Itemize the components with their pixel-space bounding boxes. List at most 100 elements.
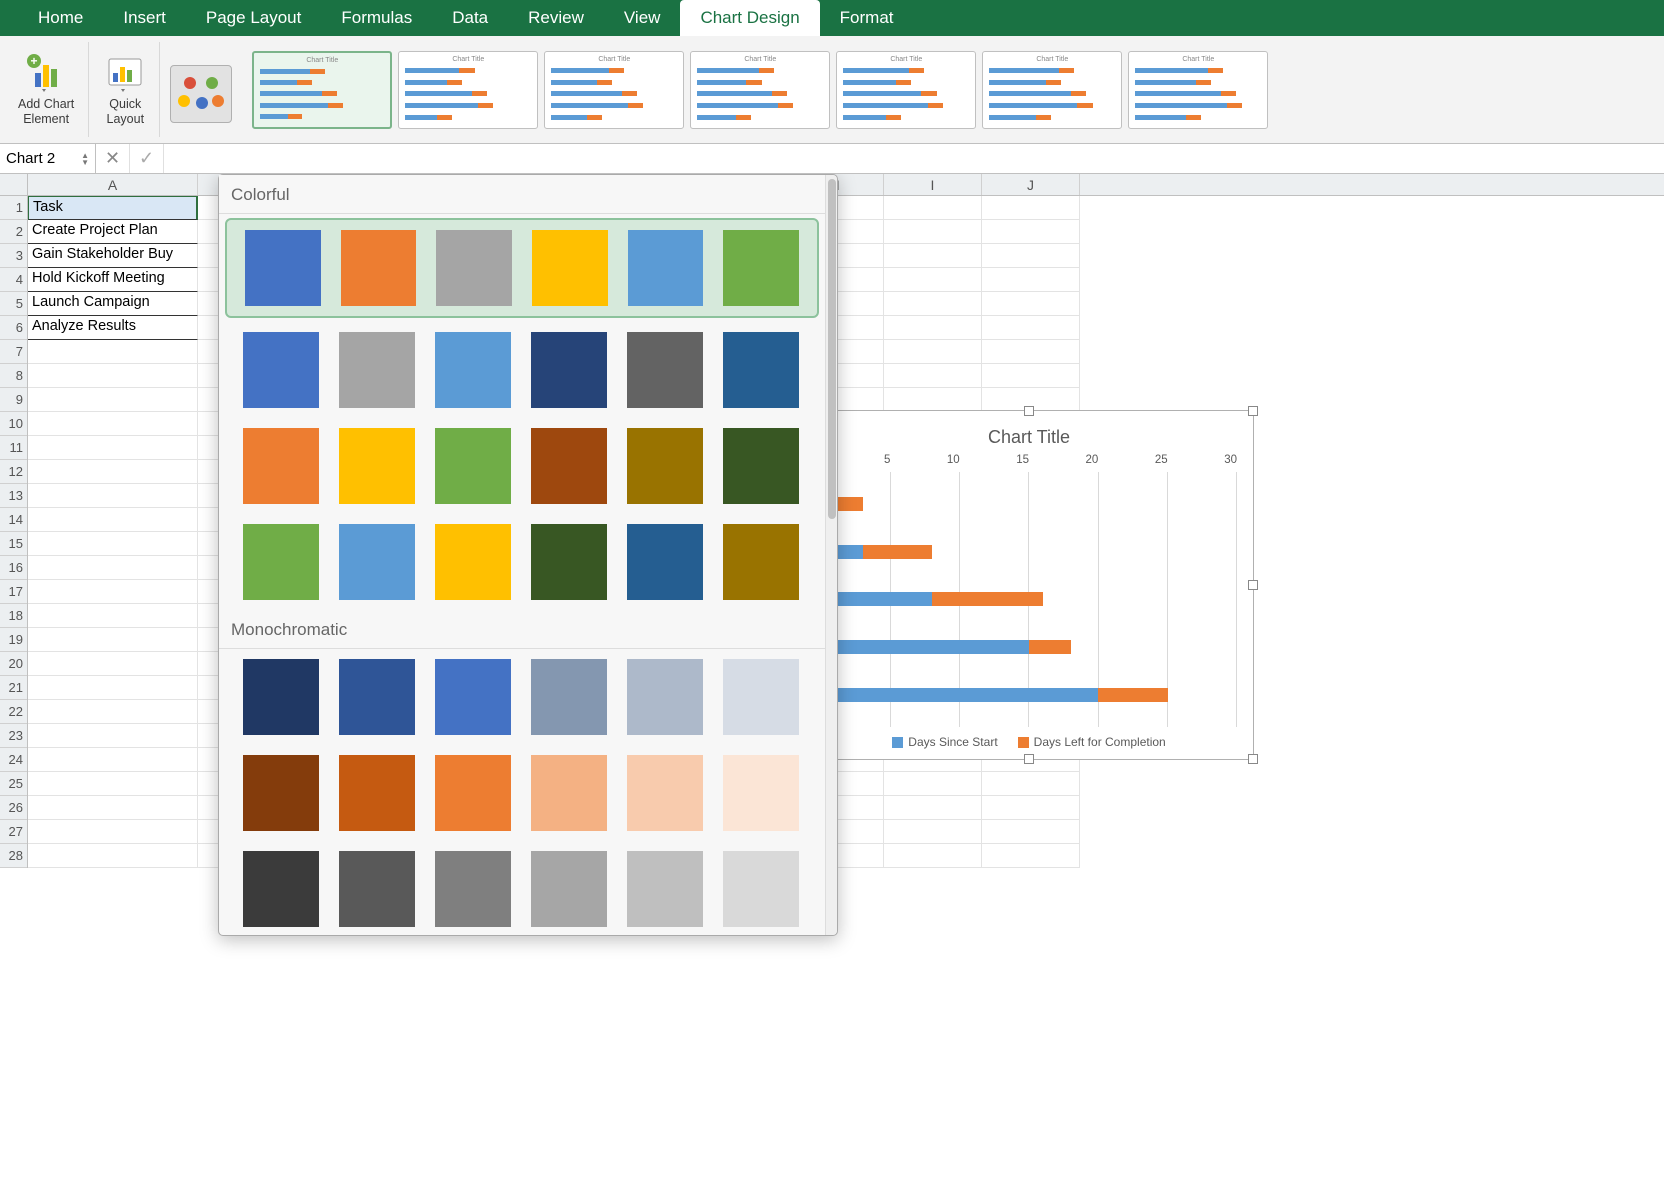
cell[interactable] [982,196,1080,220]
cell[interactable] [982,820,1080,844]
cell[interactable] [982,340,1080,364]
cell[interactable] [884,268,982,292]
ribbon-tab-review[interactable]: Review [508,0,604,36]
chart-plot-area[interactable] [821,472,1237,727]
cell[interactable] [28,388,198,412]
cell[interactable] [982,292,1080,316]
row-header[interactable]: 13 [0,484,27,508]
cell[interactable] [982,220,1080,244]
row-header[interactable]: 7 [0,340,27,364]
cell[interactable] [884,796,982,820]
row-header[interactable]: 28 [0,844,27,868]
row-header[interactable]: 24 [0,748,27,772]
cell[interactable]: Task [28,196,198,220]
cell[interactable] [982,364,1080,388]
cell[interactable] [884,364,982,388]
add-chart-element-button[interactable]: + Add Chart Element [12,49,80,130]
resize-handle[interactable] [1024,754,1034,764]
cell[interactable] [884,772,982,796]
chart-object[interactable]: Chart Title 051015202530 Days Since Star… [804,410,1254,760]
change-colors-button[interactable] [170,65,232,123]
chart-style-thumb[interactable]: Chart Title [982,51,1122,129]
cell[interactable] [982,244,1080,268]
chart-style-thumb[interactable]: Chart Title [690,51,830,129]
cell[interactable] [884,316,982,340]
cell[interactable] [884,292,982,316]
palette-scheme[interactable] [219,745,825,841]
cell[interactable] [982,772,1080,796]
row-header[interactable]: 15 [0,532,27,556]
chart-style-thumb[interactable]: Chart Title [252,51,392,129]
cell[interactable] [28,580,198,604]
cell[interactable] [28,604,198,628]
cell[interactable] [884,196,982,220]
palette-scheme[interactable] [219,514,825,610]
chart-legend[interactable]: Days Since StartDays Left for Completion [821,727,1237,749]
column-header[interactable]: J [982,174,1080,195]
popup-scrollbar[interactable] [825,175,837,935]
row-header[interactable]: 8 [0,364,27,388]
row-header[interactable]: 11 [0,436,27,460]
row-header[interactable]: 25 [0,772,27,796]
ribbon-tab-page-layout[interactable]: Page Layout [186,0,321,36]
row-header[interactable]: 22 [0,700,27,724]
cell[interactable] [28,844,198,868]
cell[interactable] [28,340,198,364]
chart-title[interactable]: Chart Title [821,427,1237,448]
select-all-corner[interactable] [0,174,28,196]
resize-handle[interactable] [1248,406,1258,416]
cell[interactable] [884,340,982,364]
palette-scheme[interactable] [219,418,825,514]
row-header[interactable]: 21 [0,676,27,700]
cell[interactable] [28,628,198,652]
cell[interactable] [28,724,198,748]
name-box[interactable]: Chart 2 ▲▼ [0,144,96,173]
ribbon-tab-insert[interactable]: Insert [103,0,186,36]
cell[interactable] [28,748,198,772]
resize-handle[interactable] [1248,754,1258,764]
row-header[interactable]: 1 [0,196,27,220]
row-header[interactable]: 2 [0,220,27,244]
cell[interactable] [982,316,1080,340]
chart-style-thumb[interactable]: Chart Title [398,51,538,129]
row-header[interactable]: 6 [0,316,27,340]
palette-scheme[interactable] [225,218,819,318]
chart-style-thumb[interactable]: Chart Title [544,51,684,129]
cell[interactable] [28,772,198,796]
cell[interactable] [884,244,982,268]
ribbon-tab-home[interactable]: Home [18,0,103,36]
ribbon-tab-format[interactable]: Format [820,0,914,36]
cell[interactable] [884,220,982,244]
cell[interactable] [982,268,1080,292]
row-header[interactable]: 4 [0,268,27,292]
cell[interactable] [28,460,198,484]
cell[interactable] [28,796,198,820]
chart-style-thumb[interactable]: Chart Title [836,51,976,129]
cell[interactable] [28,364,198,388]
row-header[interactable]: 3 [0,244,27,268]
cell[interactable]: Hold Kickoff Meeting [28,268,198,292]
cell[interactable] [28,436,198,460]
confirm-formula-icon[interactable]: ✓ [130,144,164,173]
quick-layout-button[interactable]: Quick Layout [99,49,151,130]
cell[interactable] [28,652,198,676]
row-header[interactable]: 17 [0,580,27,604]
row-header[interactable]: 18 [0,604,27,628]
row-header[interactable]: 26 [0,796,27,820]
row-header[interactable]: 16 [0,556,27,580]
row-header[interactable]: 9 [0,388,27,412]
cell[interactable] [28,820,198,844]
cancel-formula-icon[interactable]: ✕ [96,144,130,173]
row-header[interactable]: 19 [0,628,27,652]
cell[interactable] [28,532,198,556]
row-header[interactable]: 12 [0,460,27,484]
chart-style-thumb[interactable]: Chart Title [1128,51,1268,129]
cell[interactable] [28,700,198,724]
cell[interactable]: Create Project Plan [28,220,198,244]
cell[interactable] [982,844,1080,868]
row-header[interactable]: 10 [0,412,27,436]
row-header[interactable]: 14 [0,508,27,532]
column-header[interactable]: I [884,174,982,195]
ribbon-tab-view[interactable]: View [604,0,681,36]
row-header[interactable]: 23 [0,724,27,748]
